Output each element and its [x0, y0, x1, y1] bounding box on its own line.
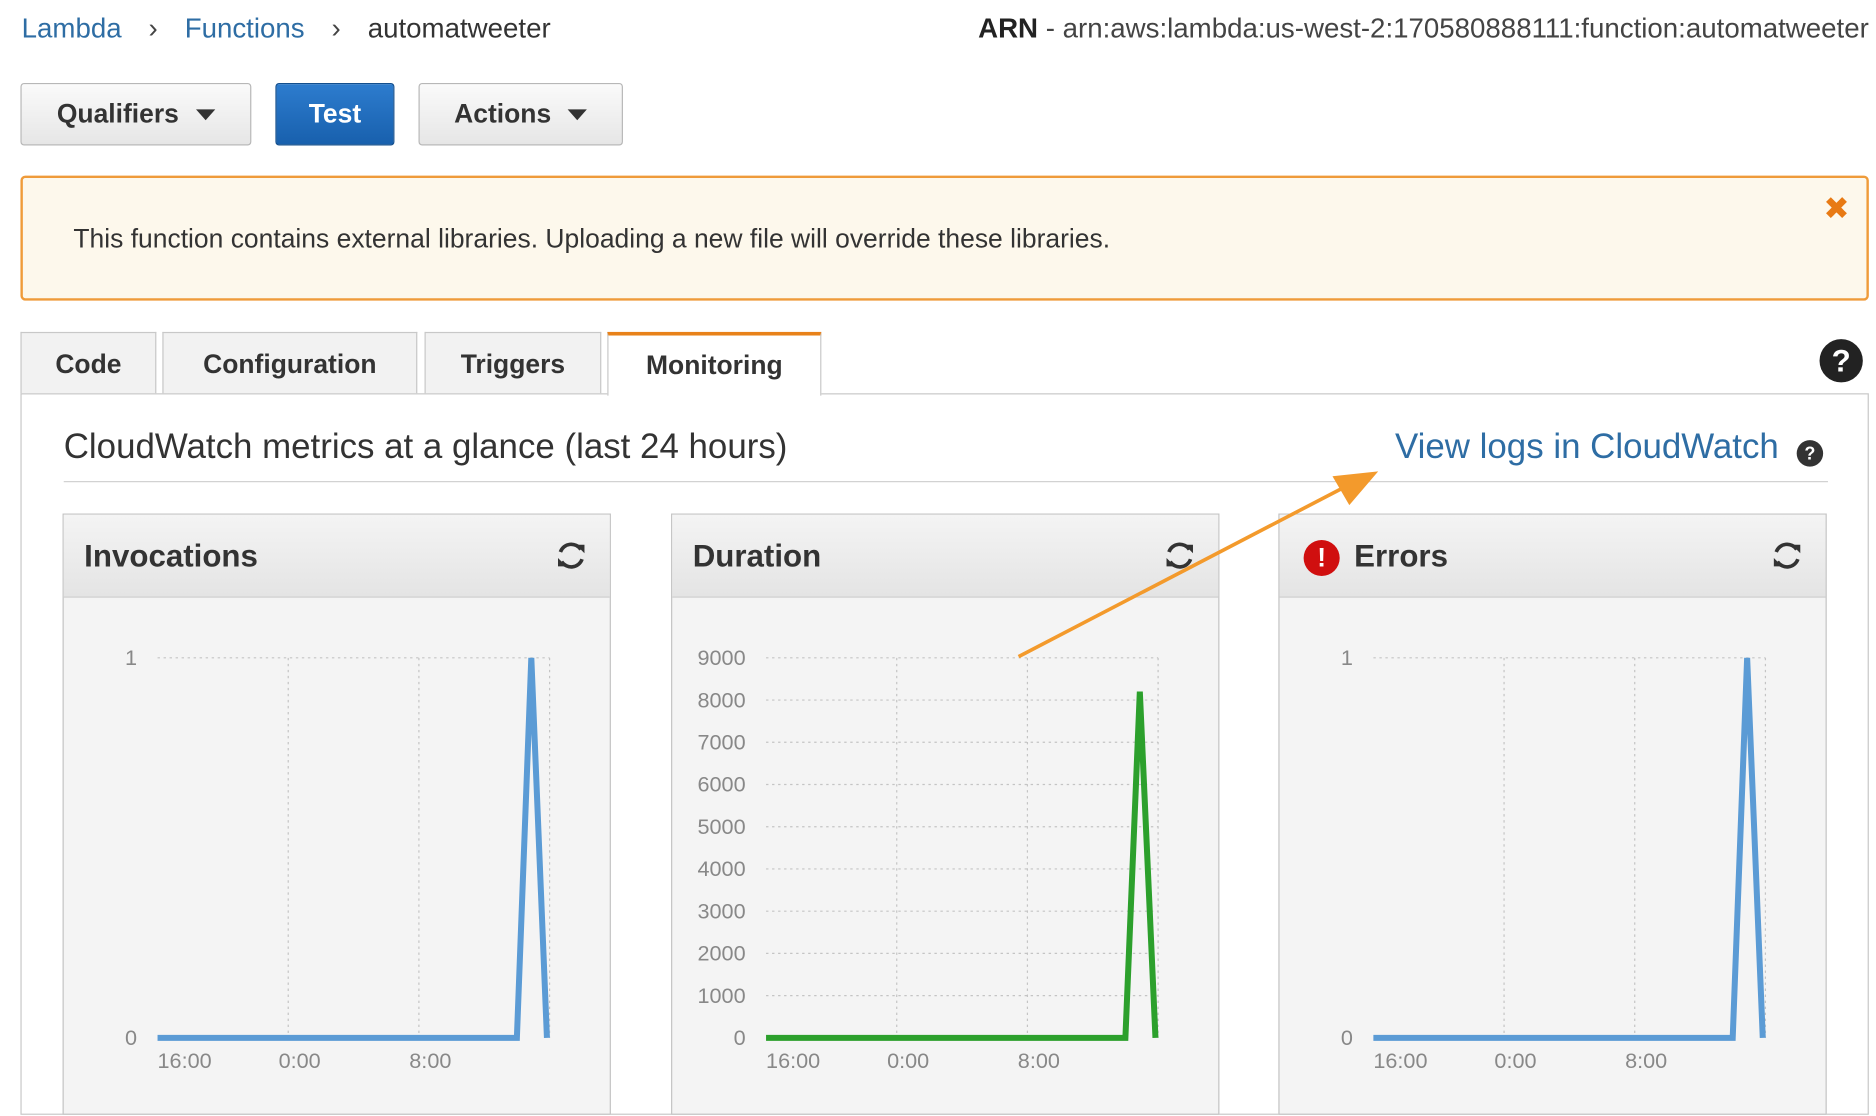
x-tick-label: 8:00: [1625, 1048, 1667, 1073]
refresh-icon[interactable]: [1770, 539, 1804, 573]
duration-card: Duration 0 1000 2000 3000 4000 5000 6000 7000 80…: [671, 513, 1220, 1115]
arn-label: ARN: [978, 12, 1039, 44]
tab-triggers[interactable]: Triggers: [424, 331, 602, 395]
x-tick-label: 16:00: [1373, 1048, 1427, 1073]
y-tick-label: 0: [125, 1025, 137, 1050]
x-tick-label: 0:00: [1494, 1048, 1536, 1073]
y-tick-label: 5000: [698, 814, 746, 839]
refresh-icon[interactable]: [1163, 539, 1197, 573]
errors-card: ! Errors 0 1 16:00 0:00 8:00: [1278, 513, 1827, 1115]
y-tick-label: 8000: [698, 687, 746, 712]
card-title: Duration: [692, 537, 822, 574]
arn-value: - arn:aws:lambda:us-west-2:170580888111:…: [1038, 12, 1869, 44]
invocations-chart: 0 1 16:00 0:00 8:00: [125, 645, 551, 1073]
y-tick-label: 1: [1341, 645, 1353, 670]
refresh-icon[interactable]: [554, 539, 588, 573]
card-title: Errors: [1354, 537, 1448, 574]
chevron-right-icon: ›: [148, 12, 158, 44]
help-icon[interactable]: ?: [1796, 440, 1824, 467]
x-tick-label: 16:00: [766, 1048, 820, 1073]
close-icon[interactable]: ✖: [1823, 190, 1849, 227]
y-tick-label: 1: [125, 645, 137, 670]
breadcrumb-lambda-link[interactable]: Lambda: [22, 12, 122, 43]
view-logs-link[interactable]: View logs in CloudWatch: [1395, 428, 1779, 468]
card-title: Invocations: [84, 537, 258, 574]
external-libraries-alert: This function contains external librarie…: [20, 175, 1869, 301]
series-line: [157, 657, 550, 1041]
y-tick-label: 3000: [698, 898, 746, 923]
x-tick-label: 8:00: [409, 1048, 451, 1073]
breadcrumb: Lambda › Functions › automatweeter: [22, 12, 551, 44]
actions-label: Actions: [454, 98, 552, 129]
y-tick-label: 4000: [698, 856, 746, 881]
x-tick-label: 8:00: [1018, 1048, 1060, 1073]
section-title: CloudWatch metrics at a glance (last 24 …: [63, 428, 788, 467]
actions-button[interactable]: Actions: [418, 82, 623, 146]
card-header: Invocations: [63, 514, 610, 598]
qualifiers-button[interactable]: Qualifiers: [20, 82, 252, 146]
y-tick-label: 6000: [698, 772, 746, 797]
card-header: Duration: [672, 514, 1219, 598]
test-button[interactable]: Test: [275, 82, 395, 146]
y-tick-label: 1000: [698, 983, 746, 1008]
function-arn: ARN - arn:aws:lambda:us-west-2:170580888…: [978, 12, 1869, 44]
tab-monitoring[interactable]: Monitoring: [607, 331, 822, 396]
x-tick-label: 0:00: [887, 1048, 929, 1073]
qualifiers-label: Qualifiers: [56, 98, 179, 129]
error-alert-icon: !: [1303, 539, 1340, 577]
y-tick-label: 7000: [698, 729, 746, 754]
y-tick-label: 0: [734, 1025, 746, 1050]
chevron-right-icon: ›: [331, 12, 341, 44]
series-line: [766, 691, 1159, 1041]
y-tick-label: 0: [1341, 1025, 1353, 1050]
breadcrumb-functions-link[interactable]: Functions: [185, 12, 305, 43]
lambda-console: Lambda › Functions › automatweeter ARN -…: [0, 0, 1876, 1115]
y-tick-label: 9000: [698, 645, 746, 670]
caret-down-icon: [568, 108, 588, 120]
caret-down-icon: [195, 108, 215, 120]
x-tick-label: 16:00: [158, 1048, 212, 1073]
duration-chart: 0 1000 2000 3000 4000 5000 6000 7000 8000 9000 16:…: [698, 645, 1159, 1073]
series-line: [1373, 657, 1766, 1041]
y-tick-label: 2000: [698, 941, 746, 966]
errors-chart: 0 1 16:00 0:00 8:00: [1341, 645, 1767, 1073]
invocations-card: Invocations 0 1 16:00 0:00 8:00: [62, 513, 611, 1115]
tab-configuration[interactable]: Configuration: [162, 331, 418, 395]
section-divider: [63, 481, 1828, 483]
breadcrumb-current: automatweeter: [367, 12, 551, 44]
alert-message: This function contains external librarie…: [73, 223, 1111, 254]
x-tick-label: 0:00: [279, 1048, 321, 1073]
tab-code[interactable]: Code: [20, 331, 157, 395]
help-icon[interactable]: ?: [1819, 339, 1863, 383]
test-label: Test: [308, 98, 362, 129]
card-header: ! Errors: [1279, 514, 1826, 598]
